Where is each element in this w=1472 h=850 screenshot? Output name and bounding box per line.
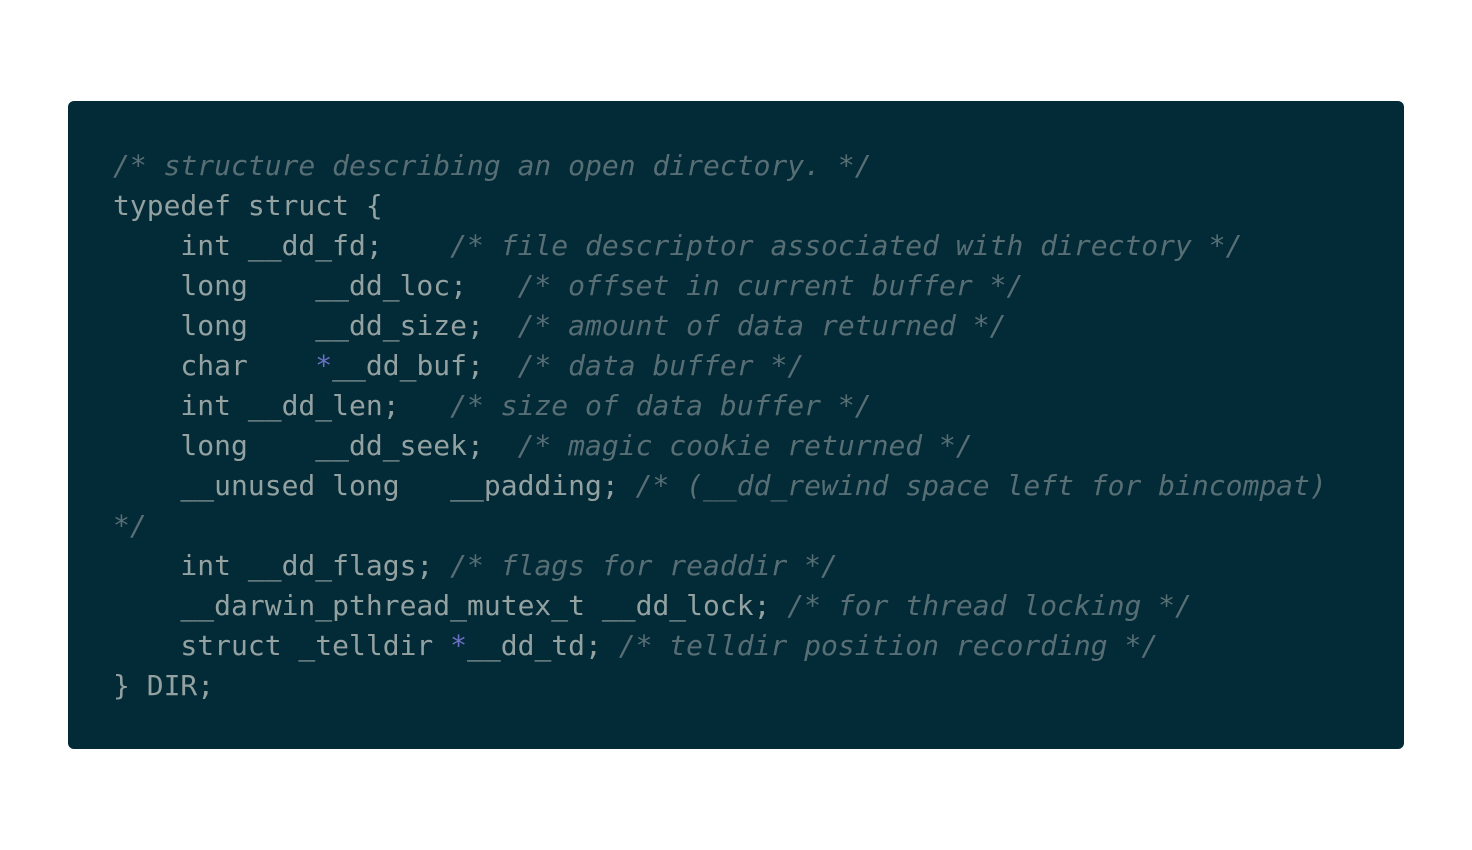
code-line: typedef struct {: [113, 186, 1327, 226]
code-token: typedef struct {: [113, 189, 383, 222]
code-token: __darwin_pthread_mutex_t __dd_lock;: [113, 589, 788, 622]
code-comment: /* data buffer */: [517, 349, 805, 382]
code-comment: /* for thread locking */: [787, 589, 1192, 622]
code-comment: /* amount of data returned */: [517, 309, 1007, 342]
code-line: int __dd_len; /* size of data buffer */: [113, 386, 1327, 426]
code-comment: /* file descriptor associated with direc…: [450, 229, 1243, 262]
code-token: int __dd_flags;: [113, 549, 451, 582]
code-line: long __dd_loc; /* offset in current buff…: [113, 266, 1327, 306]
code-line: long __dd_size; /* amount of data return…: [113, 306, 1327, 346]
code-token: } DIR;: [113, 669, 215, 702]
code-line: __darwin_pthread_mutex_t __dd_lock; /* f…: [113, 586, 1327, 626]
code-comment: /* telldir position recording */: [618, 629, 1159, 662]
code-comment: /* (__dd_rewind space left for bincompat…: [635, 469, 1327, 502]
code-operator: *: [315, 349, 333, 382]
code-comment: /* flags for readdir */: [450, 549, 838, 582]
code-token: long __dd_loc;: [113, 269, 518, 302]
code-line: long __dd_seek; /* magic cookie returned…: [113, 426, 1327, 466]
code-line: /* structure describing an open director…: [113, 146, 1327, 186]
code-comment: */: [113, 509, 147, 542]
code-token: long __dd_size;: [113, 309, 518, 342]
code-token: __dd_buf;: [332, 349, 518, 382]
code-comment: /* offset in current buffer */: [517, 269, 1024, 302]
code-line: char *__dd_buf; /* data buffer */: [113, 346, 1327, 386]
code-line: struct _telldir *__dd_td; /* telldir pos…: [113, 626, 1327, 666]
code-line: int __dd_flags; /* flags for readdir */: [113, 546, 1327, 586]
code-line: __unused long __padding; /* (__dd_rewind…: [113, 466, 1327, 506]
code-line: } DIR;: [113, 666, 1327, 706]
code-operator: *: [450, 629, 468, 662]
code-line: int __dd_fd; /* file descriptor associat…: [113, 226, 1327, 266]
code-token: char: [113, 349, 316, 382]
code-comment: /* size of data buffer */: [450, 389, 872, 422]
code-token: int __dd_len;: [113, 389, 451, 422]
code-block: /* structure describing an open director…: [68, 101, 1404, 749]
code-line: */: [113, 506, 1327, 546]
code-comment: /* magic cookie returned */: [517, 429, 973, 462]
code-token: __unused long __padding;: [113, 469, 636, 502]
code-content: /* structure describing an open director…: [113, 146, 1327, 706]
code-token: __dd_td;: [467, 629, 619, 662]
code-token: long __dd_seek;: [113, 429, 518, 462]
code-comment: /* structure describing an open director…: [113, 149, 872, 182]
code-token: int __dd_fd;: [113, 229, 451, 262]
code-token: struct _telldir: [113, 629, 451, 662]
